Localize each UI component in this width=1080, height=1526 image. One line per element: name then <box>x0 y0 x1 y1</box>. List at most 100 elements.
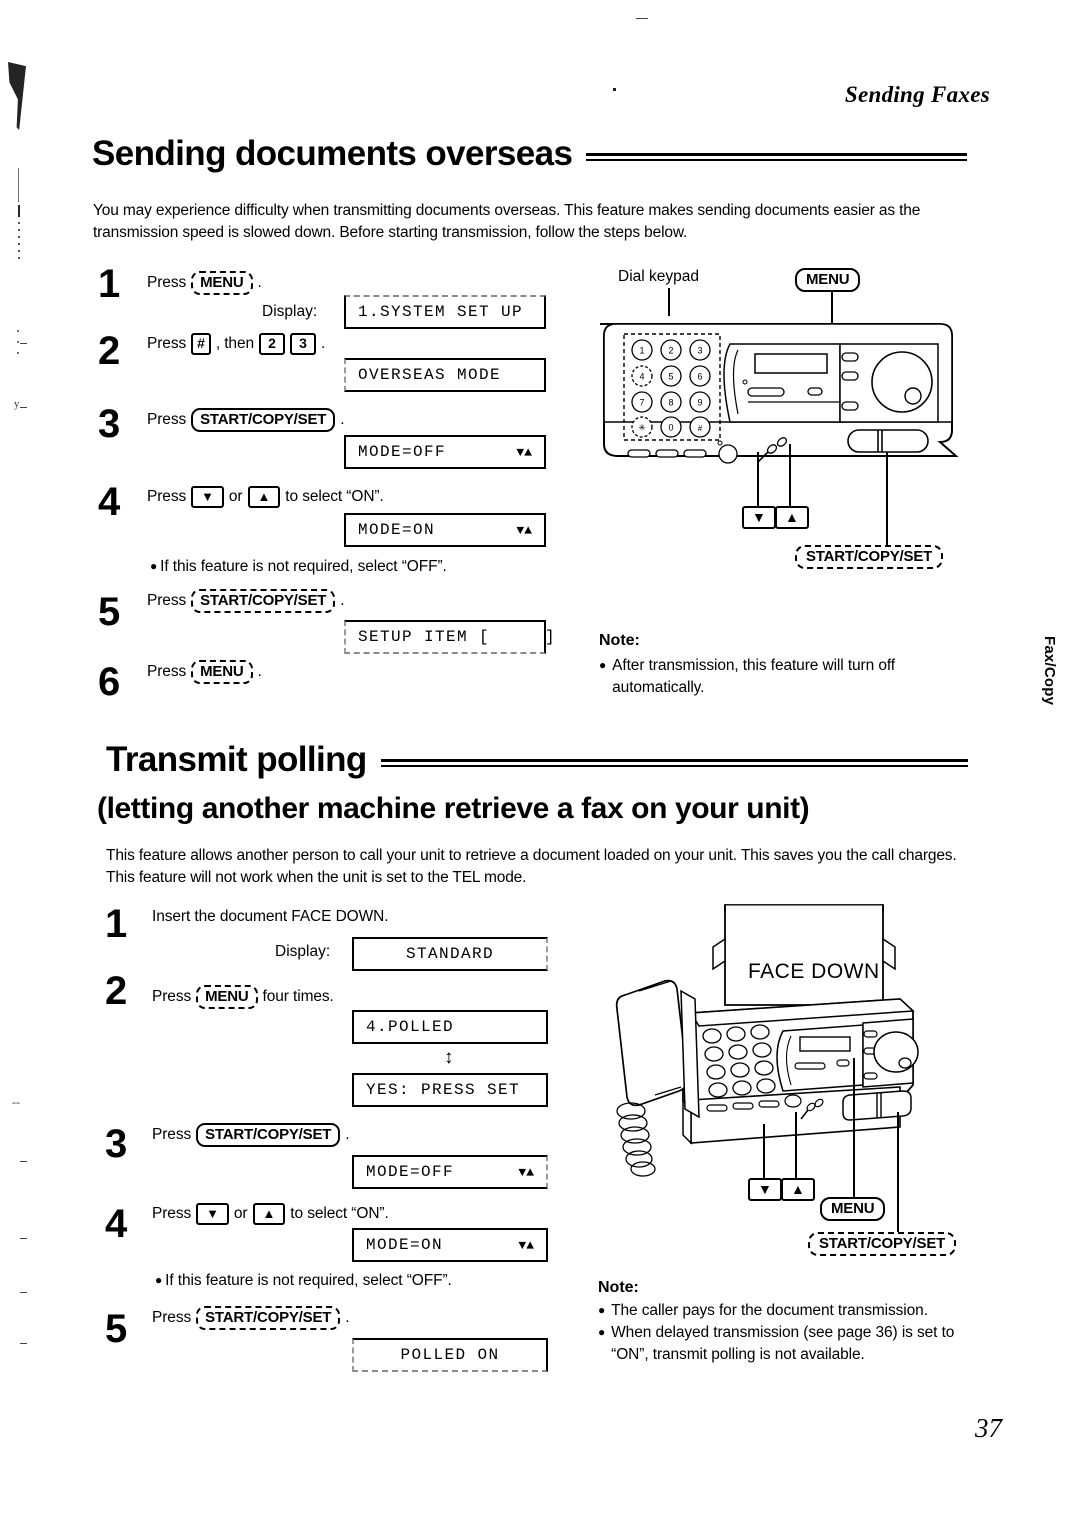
step-text-mid: , then <box>215 334 254 352</box>
step-text-before: Press <box>152 1204 192 1222</box>
step-bullet-note: ● If this feature is not required, select… <box>150 558 447 576</box>
lcd-arrows: ▼▲ <box>518 1237 534 1253</box>
note-item: ● After transmission, this feature will … <box>599 655 969 699</box>
menu-key[interactable]: MENU <box>196 985 258 1010</box>
lcd-display: MODE=OFF ▼▲ <box>352 1155 548 1189</box>
heading-rule <box>586 153 967 162</box>
lcd-text: YES: PRESS SET <box>366 1081 521 1099</box>
step-number: 4 <box>98 480 121 524</box>
start-copy-set-key[interactable]: START/COPY/SET <box>196 1123 341 1148</box>
note-item-text: The caller pays for the document transmi… <box>611 1302 928 1319</box>
menu-callout-label: MENU <box>795 268 861 292</box>
lcd-text: 1.SYSTEM SET UP <box>358 303 524 321</box>
step-number: 3 <box>98 402 121 446</box>
display-label: Display: <box>275 943 331 960</box>
lcd-text: MODE=OFF <box>366 1163 455 1181</box>
digit-key-3[interactable]: 3 <box>290 333 316 355</box>
menu-key[interactable]: MENU <box>191 660 253 685</box>
step-text-before: Press <box>147 592 187 610</box>
step-text-before: Press <box>147 274 187 292</box>
scan-artifact-tick <box>20 1238 27 1239</box>
start-copy-set-key[interactable]: START/COPY/SET <box>191 408 336 433</box>
step-text-after: . <box>321 334 326 352</box>
hash-key[interactable]: # <box>191 333 211 355</box>
arrow-down-key[interactable]: ▼ <box>191 486 224 508</box>
lcd-toggle-arrow: ↕ <box>444 1047 454 1068</box>
lcd-text: OVERSEAS MODE <box>358 366 502 384</box>
step-text-after: . <box>345 1126 350 1144</box>
svg-text:1: 1 <box>639 346 644 356</box>
arrow-up-key[interactable]: ▲ <box>247 486 281 508</box>
step-text-mid: or <box>228 487 243 505</box>
dial-keypad-label: Dial keypad <box>618 268 699 285</box>
digit-key-2[interactable]: 2 <box>259 333 285 355</box>
scan-artifact-blob <box>8 62 26 130</box>
note-body: ● After transmission, this feature will … <box>599 655 969 699</box>
scan-artifact-dots <box>18 222 20 264</box>
section-subheading: (letting another machine retrieve a fax … <box>97 792 810 825</box>
page-title: Transmit polling <box>106 740 367 779</box>
step-number: 3 <box>105 1122 128 1166</box>
scan-artifact-tick <box>20 1161 27 1162</box>
note-item-text: After transmission, this feature will tu… <box>612 657 895 696</box>
step-text-before: Press <box>147 411 187 429</box>
lcd-display: YES: PRESS SET <box>352 1073 548 1107</box>
note-title: Note: <box>598 1279 639 1296</box>
lcd-display: MODE=ON ▼▲ <box>352 1228 548 1262</box>
scan-artifact-tick <box>636 18 648 19</box>
heading-rule <box>380 759 969 768</box>
step-text-before: Press <box>147 487 187 505</box>
step-instruction: Press # , then 2 3 . <box>147 333 325 355</box>
step-number: 5 <box>98 590 121 634</box>
step-text-before: Press <box>152 1126 192 1144</box>
svg-text:7: 7 <box>639 398 644 408</box>
arrow-up-key[interactable]: ▲ <box>252 1203 286 1225</box>
step-text-after: to select “ON”. <box>290 1204 389 1222</box>
step-number: 5 <box>105 1307 128 1351</box>
step-text-before: Press <box>147 334 187 352</box>
start-copy-set-key[interactable]: START/COPY/SET <box>191 589 336 614</box>
bullet-text: If this feature is not required, select … <box>160 558 447 575</box>
svg-text:6: 6 <box>697 372 702 382</box>
bullet-dot: ● <box>150 559 158 573</box>
lcd-text: MODE=ON <box>366 1236 444 1254</box>
lcd-display: 1.SYSTEM SET UP <box>344 295 546 329</box>
side-tab-fax-copy: Fax/Copy <box>1041 636 1058 706</box>
step-instruction: Press MENU four times. <box>152 985 334 1010</box>
arrow-down-key[interactable]: ▼ <box>196 1203 229 1225</box>
step-instruction: Press MENU . <box>147 660 262 685</box>
svg-text:5: 5 <box>668 372 673 382</box>
svg-text:4: 4 <box>639 372 644 382</box>
step-text-after: . <box>340 411 345 429</box>
step-number: 1 <box>98 262 121 306</box>
step-instruction: Press START/COPY/SET . <box>147 589 345 614</box>
lcd-display: SETUP ITEM [ ] <box>344 620 555 654</box>
face-down-paper-label: FACE DOWN <box>748 960 880 983</box>
arrow-down-callout: ▼ <box>742 506 776 529</box>
scan-artifact-dots <box>17 330 19 360</box>
scan-artifact-tick <box>20 1343 27 1344</box>
display-label: Display: <box>262 303 318 320</box>
bullet-dot: ● <box>155 1273 163 1287</box>
start-copy-set-key[interactable]: START/COPY/SET <box>196 1306 341 1331</box>
step-instruction: Press START/COPY/SET . <box>152 1123 350 1148</box>
lcd-text: MODE=ON <box>358 521 436 539</box>
lcd-arrows: ▼▲ <box>518 1164 534 1180</box>
page-number: 37 <box>975 1413 1002 1443</box>
leader-line <box>897 1112 899 1232</box>
step-instruction: Press START/COPY/SET . <box>147 408 345 433</box>
intro-paragraph-overseas: You may experience difficulty when trans… <box>93 202 921 241</box>
lcd-text: POLLED ON <box>400 1346 500 1364</box>
svg-text:3: 3 <box>697 346 702 356</box>
lcd-display: MODE=ON ▼▲ <box>344 513 546 547</box>
fax-machine-console-figure: 1 2 3 4 5 6 7 8 9 ✳ 0 # <box>590 310 970 500</box>
step-instruction: Press MENU . <box>147 271 262 296</box>
scan-artifact-line <box>18 168 19 202</box>
leader-line <box>763 1124 765 1178</box>
bullet-text: If this feature is not required, select … <box>165 1272 452 1289</box>
note-item: ● The caller pays for the document trans… <box>598 1300 978 1322</box>
lcd-text: MODE=OFF <box>358 443 447 461</box>
menu-key[interactable]: MENU <box>191 271 253 296</box>
arrow-down-callout: ▼ <box>748 1178 782 1201</box>
lcd-text: STANDARD <box>405 945 494 963</box>
